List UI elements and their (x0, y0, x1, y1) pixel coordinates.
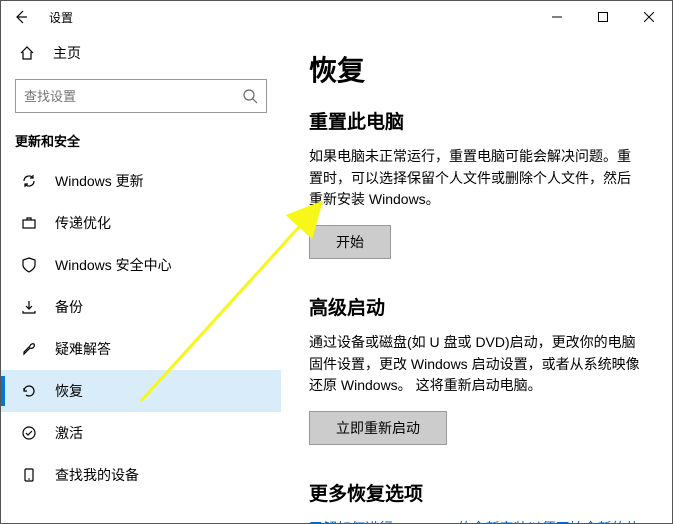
sidebar-item-label: 激活 (55, 423, 83, 443)
search-input[interactable] (24, 89, 242, 104)
backup-icon (19, 299, 39, 315)
sidebar-item-troubleshoot[interactable]: 疑难解答 (1, 328, 281, 370)
sidebar-home[interactable]: 主页 (1, 33, 281, 73)
sidebar-item-security[interactable]: Windows 安全中心 (1, 244, 281, 286)
sidebar-item-windows-update[interactable]: Windows 更新 (1, 160, 281, 202)
maximize-button[interactable] (580, 1, 626, 33)
minimize-button[interactable] (534, 1, 580, 33)
find-device-icon (19, 467, 39, 483)
reset-description: 如果电脑未正常运行，重置电脑可能会解决问题。重置时，可以选择保留个人文件或删除个… (309, 146, 644, 211)
fresh-install-link[interactable]: 了解如何进行 Windows 的全新安装以便开始全新的体验 (309, 518, 644, 523)
window-controls (534, 1, 672, 33)
sidebar-item-find-my-device[interactable]: 查找我的设备 (1, 454, 281, 496)
sidebar: 主页 更新和安全 Windows 更新 传递优化 Windows 安全中心 备份… (1, 33, 281, 523)
restart-now-button[interactable]: 立即重新启动 (309, 411, 447, 445)
more-heading: 更多恢复选项 (309, 479, 644, 506)
titlebar: 设置 (1, 1, 672, 33)
sidebar-section-title: 更新和安全 (1, 125, 281, 160)
sidebar-item-label: Windows 安全中心 (55, 255, 172, 275)
sidebar-item-label: 传递优化 (55, 213, 111, 233)
reset-start-button[interactable]: 开始 (309, 225, 391, 259)
activation-icon (19, 425, 39, 441)
search-icon (242, 88, 258, 104)
sidebar-item-label: 疑难解答 (55, 339, 111, 359)
window-title: 设置 (49, 9, 73, 26)
reset-heading: 重置此电脑 (309, 107, 644, 134)
sidebar-item-activation[interactable]: 激活 (1, 412, 281, 454)
advanced-heading: 高级启动 (309, 293, 644, 320)
home-icon (19, 45, 39, 61)
sidebar-item-delivery-optimization[interactable]: 传递优化 (1, 202, 281, 244)
arrow-left-icon (13, 9, 29, 25)
sidebar-item-recovery[interactable]: 恢复 (1, 370, 281, 412)
advanced-description: 通过设备或磁盘(如 U 盘或 DVD)启动，更改你的电脑固件设置，更改 Wind… (309, 332, 644, 397)
sync-icon (19, 173, 39, 189)
sidebar-item-label: 备份 (55, 297, 83, 317)
page-title: 恢复 (309, 49, 644, 89)
recovery-icon (19, 383, 39, 399)
sidebar-item-label: 查找我的设备 (55, 465, 139, 485)
close-button[interactable] (626, 1, 672, 33)
sidebar-item-label: 恢复 (55, 381, 83, 401)
search-input-container[interactable] (15, 79, 267, 113)
wrench-icon (19, 341, 39, 357)
shield-icon (19, 257, 39, 273)
sidebar-home-label: 主页 (53, 43, 81, 63)
sidebar-item-label: Windows 更新 (55, 171, 144, 191)
delivery-icon (19, 215, 39, 231)
back-button[interactable] (1, 1, 41, 33)
main-content: 恢复 重置此电脑 如果电脑未正常运行，重置电脑可能会解决问题。重置时，可以选择保… (281, 33, 672, 523)
sidebar-item-backup[interactable]: 备份 (1, 286, 281, 328)
